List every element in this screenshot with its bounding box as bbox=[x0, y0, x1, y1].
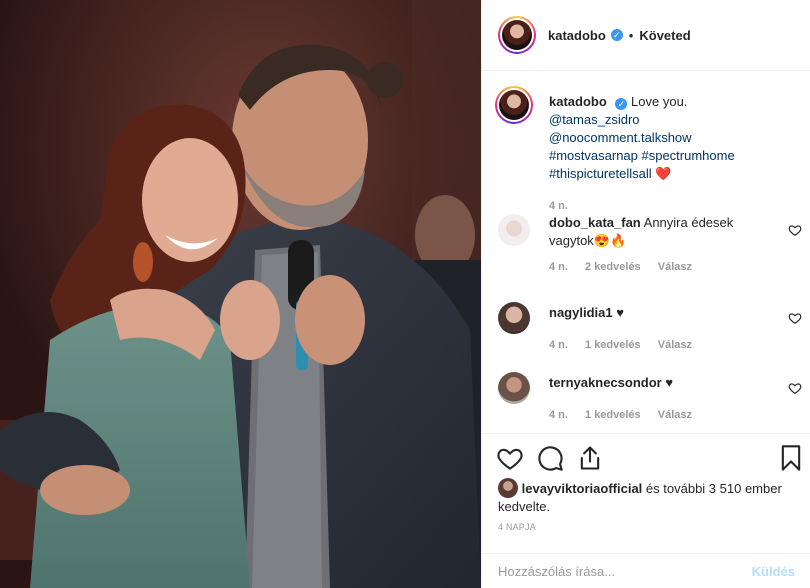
reply-button[interactable]: Válasz bbox=[658, 339, 692, 351]
share-icon[interactable] bbox=[576, 444, 604, 472]
comment-text: ♥ bbox=[665, 375, 674, 390]
comment-text: ♥ bbox=[616, 305, 624, 320]
comment-username[interactable]: dobo_kata_fan bbox=[549, 215, 641, 230]
reply-button[interactable]: Válasz bbox=[658, 409, 692, 421]
post-header: katadobo ✓ • Követed bbox=[482, 0, 810, 71]
comment-time[interactable]: 4 n. bbox=[549, 339, 568, 351]
comment-item: ternyaknecsondor ♥ 4 n. 1 kedvelés Válas… bbox=[498, 372, 802, 428]
verified-icon: ✓ bbox=[615, 98, 628, 110]
follow-status-button[interactable]: Követed bbox=[639, 28, 690, 43]
bookmark-icon[interactable] bbox=[777, 444, 805, 472]
comment-item: nagylidia1 ♥ 4 n. 1 kedvelés Válasz bbox=[498, 302, 802, 358]
liker-avatar[interactable] bbox=[498, 478, 518, 498]
photo-illustration bbox=[0, 0, 481, 588]
mention-link[interactable]: @tamas_zsidro bbox=[549, 112, 640, 127]
post-comment-button[interactable]: Küldés bbox=[752, 564, 795, 579]
caption-emoji: ❤️ bbox=[655, 166, 672, 181]
liker-username[interactable]: levayviktoriaofficial bbox=[522, 481, 643, 496]
caption-avatar[interactable] bbox=[495, 86, 533, 124]
post-sidebar: katadobo ✓ • Követed katadobo ✓ Love you… bbox=[481, 0, 810, 588]
comment-username[interactable]: nagylidia1 bbox=[549, 305, 613, 320]
comments-list[interactable]: katadobo ✓ Love you. @tamas_zsidro @nooc… bbox=[482, 71, 810, 433]
post-date[interactable]: 4 NAPJA bbox=[498, 522, 536, 532]
comment-likes[interactable]: 1 kedvelés bbox=[585, 409, 641, 421]
small-heart-icon[interactable] bbox=[788, 311, 802, 325]
heart-icon[interactable] bbox=[496, 444, 524, 472]
small-heart-icon[interactable] bbox=[788, 381, 802, 395]
separator-dot: • bbox=[628, 27, 634, 43]
caption-username[interactable]: katadobo bbox=[549, 94, 607, 109]
commenter-avatar[interactable] bbox=[498, 214, 530, 246]
commenter-avatar[interactable] bbox=[498, 372, 530, 404]
comment-time[interactable]: 4 n. bbox=[549, 409, 568, 421]
caption-time[interactable]: 4 n. bbox=[549, 200, 568, 212]
commenter-avatar[interactable] bbox=[498, 302, 530, 334]
reply-button[interactable]: Válasz bbox=[658, 261, 692, 273]
comment-item: dobo_kata_fan Annyira édesek vagytok😍🔥 4… bbox=[498, 214, 802, 280]
comment-icon[interactable] bbox=[536, 444, 564, 472]
comment-input[interactable] bbox=[498, 563, 752, 579]
hashtag-link[interactable]: #thispicturetellsall bbox=[549, 166, 652, 181]
hashtag-link[interactable]: #mostvasarnap #spectrumhome bbox=[549, 148, 735, 163]
author-avatar[interactable] bbox=[498, 16, 536, 54]
caption-text: Love you. bbox=[631, 94, 688, 109]
mention-link[interactable]: @noocomment.talkshow bbox=[549, 130, 692, 145]
comment-username[interactable]: ternyaknecsondor bbox=[549, 375, 662, 390]
verified-icon: ✓ bbox=[610, 29, 623, 41]
comment-likes[interactable]: 1 kedvelés bbox=[585, 339, 641, 351]
caption: katadobo ✓ Love you. @tamas_zsidro @nooc… bbox=[495, 86, 794, 212]
likes-summary: levayviktoriaofficial és további 3 510 e… bbox=[498, 478, 803, 516]
post-photo[interactable] bbox=[0, 0, 481, 588]
comment-form: Küldés bbox=[482, 553, 810, 588]
small-heart-icon[interactable] bbox=[788, 223, 802, 237]
comment-emoji: 😍🔥 bbox=[593, 233, 627, 248]
comment-time[interactable]: 4 n. bbox=[549, 261, 568, 273]
comment-likes[interactable]: 2 kedvelés bbox=[585, 261, 641, 273]
author-username[interactable]: katadobo bbox=[548, 28, 606, 43]
